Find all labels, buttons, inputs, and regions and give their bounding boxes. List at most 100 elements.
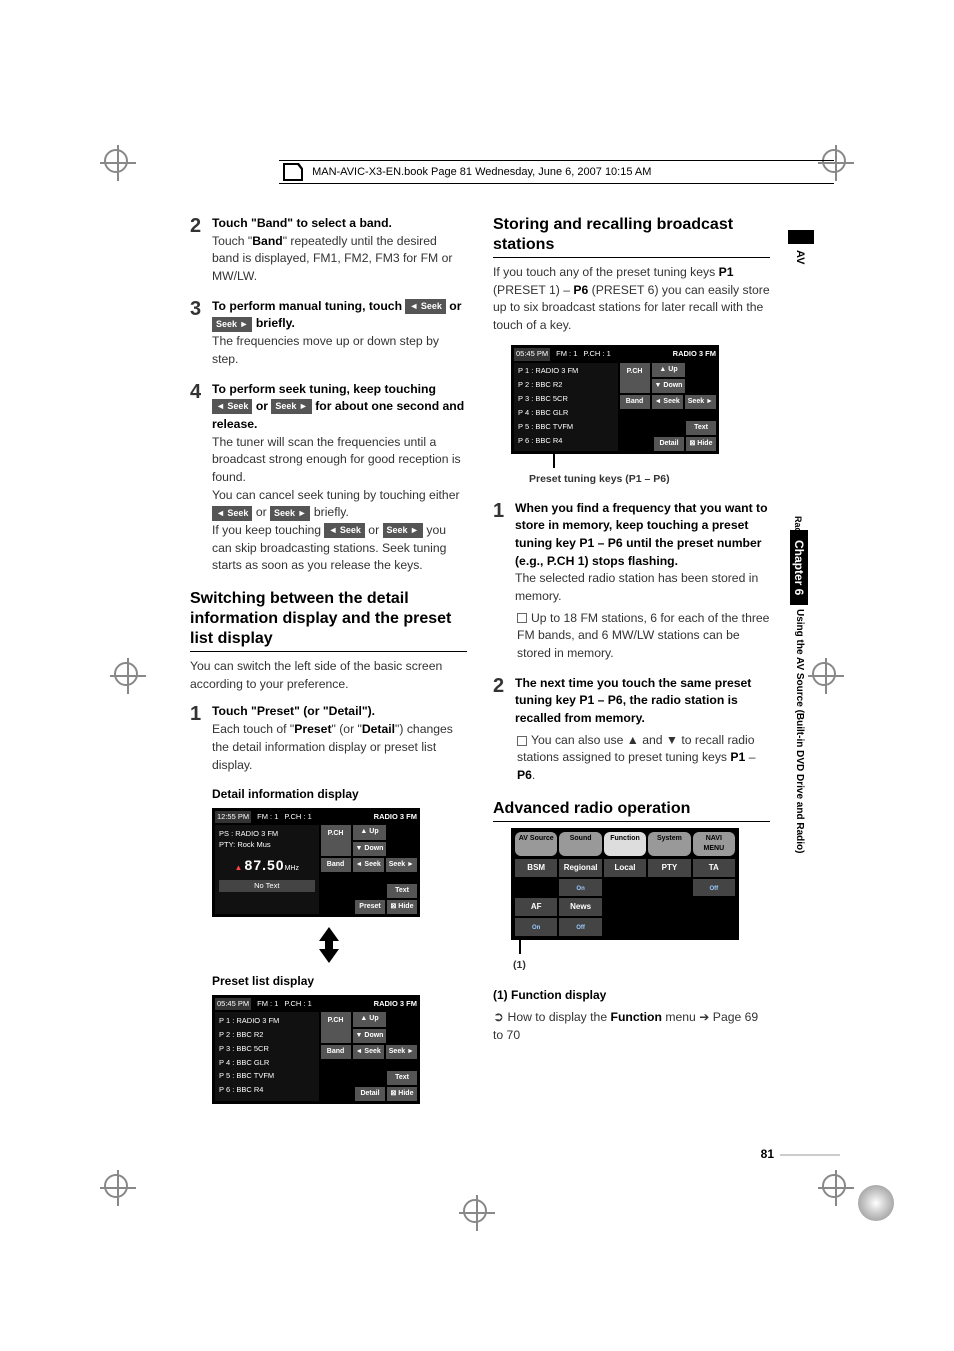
text: ➲ How to display the Function menu ➔ Pag… xyxy=(493,1008,770,1045)
preset-screenshot: 05:45 PM FM : 1 P.CH : 1 RADIO 3 FM P 1 … xyxy=(212,995,420,1105)
section-heading-switching: Switching between the detail information… xyxy=(190,589,467,652)
section-heading-storing: Storing and recalling broadcast stations xyxy=(493,215,770,258)
text: (PRESET 1) – xyxy=(493,283,573,297)
seek-right-icon: Seek ► xyxy=(271,399,311,414)
fn-cell: PTY xyxy=(648,859,690,877)
fn-cell: AF xyxy=(515,898,557,916)
sc-btn: Text xyxy=(387,884,417,898)
preset-label: Preset xyxy=(294,722,331,736)
step-number: 1 xyxy=(493,500,515,526)
sc-btn: ⊠ Hide xyxy=(387,1087,417,1101)
sc-time: 12:55 PM xyxy=(215,811,251,824)
step-title: The next time you touch the same preset … xyxy=(515,676,751,725)
preset-keys-caption: Preset tuning keys (P1 – P6) xyxy=(529,472,770,487)
preset-row: P 6 : BBC R4 xyxy=(516,434,616,448)
sc-pty: PTY: Rock Mus xyxy=(219,840,315,851)
step-title: Touch "Band" to select a band. xyxy=(212,216,392,230)
fn-cell: On xyxy=(559,879,601,897)
book-icon xyxy=(283,163,303,181)
sc-btn: ◄ Seek xyxy=(353,858,384,872)
sc-btn: Text xyxy=(686,421,716,435)
text: Up to 18 FM stations, 6 for each of the … xyxy=(517,611,769,660)
sc-btn: Band xyxy=(321,1045,351,1059)
step-number: 2 xyxy=(190,215,212,241)
step-4: 4 To perform seek tuning, keep touching … xyxy=(190,381,467,576)
sc-btn: Detail xyxy=(355,1087,385,1101)
sc-btn: Seek ► xyxy=(685,395,716,409)
sc-btn: Text xyxy=(387,1071,417,1085)
seek-left-icon: ◄ Seek xyxy=(212,506,252,521)
step-title: briefly. xyxy=(252,316,294,330)
step-title: or xyxy=(252,399,271,413)
side-tab: Chapter 6 Using the AV Source (Built-in … xyxy=(790,530,812,780)
text: You can switch the left side of the basi… xyxy=(190,658,467,693)
registration-mark-icon xyxy=(100,145,136,181)
right-column: Storing and recalling broadcast stations… xyxy=(493,215,770,1108)
sc-btn: P.CH xyxy=(321,1012,351,1042)
seek-right-icon: Seek ► xyxy=(212,317,252,332)
using-label: Using the AV Source (Built-in DVD Drive … xyxy=(790,609,805,853)
function-label: Function xyxy=(611,1010,662,1024)
sc-mhz: MHz xyxy=(285,865,299,872)
sc-notext: No Text xyxy=(219,880,315,893)
bullet-icon xyxy=(517,736,527,746)
text: You can cancel seek tuning by touching e… xyxy=(212,488,460,502)
text: The frequencies move up or down step by … xyxy=(212,334,439,366)
p6-label: P6 xyxy=(517,768,532,782)
sc-freq: 87.50 xyxy=(245,857,285,873)
tab-marker xyxy=(788,230,814,244)
sc-btn: ▲ Up xyxy=(353,1012,387,1026)
sc-btn: Detail xyxy=(654,437,684,451)
sc-btn: ▲ Up xyxy=(652,363,686,377)
fn-label: (1) xyxy=(513,958,770,973)
sc-btn: ▼ Down xyxy=(353,1029,387,1043)
page-number: 81 xyxy=(761,1147,774,1161)
sc-btn: P.CH xyxy=(321,825,351,855)
book-header: MAN-AVIC-X3-EN.book Page 81 Wednesday, J… xyxy=(279,160,834,184)
preset-row: P 5 : BBC TVFM xyxy=(516,420,616,434)
text: " (or " xyxy=(332,722,362,736)
step-number: 4 xyxy=(190,381,212,407)
registration-mark-icon xyxy=(808,658,844,694)
sc-btn: ▼ Down xyxy=(353,842,387,856)
updown-arrow-icon xyxy=(319,927,339,963)
left-column: 2 Touch "Band" to select a band. Touch "… xyxy=(190,215,467,1108)
seek-right-icon: Seek ► xyxy=(270,506,310,521)
detail-screenshot: 12:55 PM FM : 1 P.CH : 1 RADIO 3 FM PS :… xyxy=(212,808,420,918)
step-title: To perform manual tuning, touch xyxy=(212,299,405,313)
registration-mark-icon xyxy=(459,1195,495,1231)
fn-cell: On xyxy=(515,918,557,936)
sc-fm: FM : 1 xyxy=(257,999,278,1010)
preset-heading: Preset list display xyxy=(212,973,467,990)
band-label: Band xyxy=(252,234,282,248)
sc-time: 05:45 PM xyxy=(215,998,251,1011)
text: Touch " xyxy=(212,234,252,248)
side-av-label: AV xyxy=(794,250,806,264)
function-screenshot: AV Source Sound Function System NAVI MEN… xyxy=(511,828,739,940)
sc-pch: P.CH : 1 xyxy=(284,812,311,823)
sc-band: RADIO 3 FM xyxy=(374,812,417,823)
chapter-tab: Chapter 6 xyxy=(790,530,808,605)
sc-btn: ⊠ Hide xyxy=(387,900,417,914)
header-text: MAN-AVIC-X3-EN.book Page 81 Wednesday, J… xyxy=(312,166,651,178)
fn-cell: TA xyxy=(693,859,735,877)
sc-band: RADIO 3 FM xyxy=(673,349,716,360)
sc-btn: Preset xyxy=(355,900,385,914)
step-title: Touch "Preset" (or "Detail"). xyxy=(212,704,375,718)
detail-heading: Detail information display xyxy=(212,786,467,803)
preset-keys-screenshot: 05:45 PM FM : 1 P.CH : 1 RADIO 3 FM P 1 … xyxy=(511,345,719,455)
text: If you touch any of the preset tuning ke… xyxy=(493,264,770,335)
fn-cell: BSM xyxy=(515,859,557,877)
preset-row: P 2 : BBC R2 xyxy=(516,379,616,393)
sc-fm: FM : 1 xyxy=(556,349,577,360)
step-2: 2 Touch "Band" to select a band. Touch "… xyxy=(190,215,467,286)
step-1-preset: 1 Touch "Preset" (or "Detail"). Each tou… xyxy=(190,703,467,774)
sc-btn: Band xyxy=(321,858,351,872)
text: The selected radio station has been stor… xyxy=(515,571,758,603)
sc-btn: P.CH xyxy=(620,363,650,393)
p1-label: P1 xyxy=(719,265,734,279)
fn-tab: NAVI MENU xyxy=(693,832,735,856)
sc-ps: PS : RADIO 3 FM xyxy=(219,829,315,840)
detail-label: Detail xyxy=(362,722,395,736)
text: If you touch any of the preset tuning ke… xyxy=(493,265,719,279)
